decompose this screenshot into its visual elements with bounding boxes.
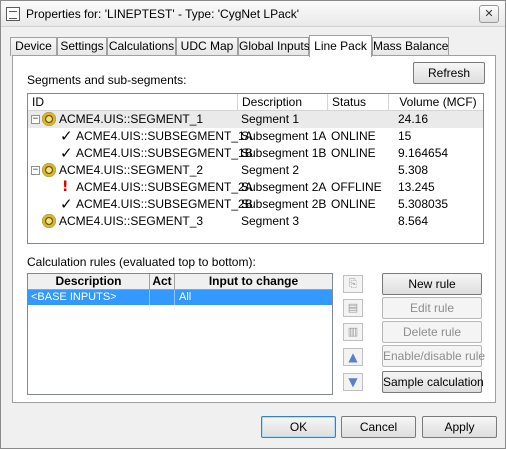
row-id: ACME4.UIS::SUBSEGMENT_2B [76,197,253,211]
tab-settings[interactable]: Settings [57,37,107,56]
ok-button[interactable]: OK [261,416,336,438]
window-title: Properties for: 'LINEPTEST' - Type: 'Cyg… [26,7,300,21]
sample-calculation-button[interactable]: Sample calculation [382,371,484,393]
tab-calculations[interactable]: Calculations [107,37,176,56]
collapse-toggle[interactable]: − [31,115,40,124]
cancel-button[interactable]: Cancel [341,416,416,438]
edit-rule-button[interactable]: Edit rule [382,297,482,319]
row-volume: 15 [398,129,412,143]
tab-global-inputs[interactable]: Global Inputs [238,37,310,56]
row-description: Segment 3 [241,214,300,228]
gear-icon [42,163,56,177]
rule-row[interactable]: <BASE INPUTS> All [28,290,332,305]
gear-icon [42,112,56,126]
delete-rule-button[interactable]: Delete rule [382,321,482,343]
row-description: Subsegment 2B [241,197,327,211]
segments-section-label: Segments and sub-segments: [27,73,187,87]
tree-row[interactable]: − ACME4.UIS::SEGMENT_1 Segment 1 24.16 [28,111,483,128]
row-description: Segment 2 [241,163,300,177]
error-icon: ! [62,179,69,195]
row-status: ONLINE [331,197,376,211]
copy-icon[interactable]: ⎘ [343,275,363,293]
column-header-volume[interactable]: Volume (MCF) [389,94,483,110]
row-volume: 5.308035 [398,197,449,211]
column-header-id[interactable]: ID [28,94,238,110]
column-header-act[interactable]: Act [150,274,175,289]
column-header-description[interactable]: Description [28,274,150,289]
row-description: Segment 1 [241,112,300,126]
rules-grid[interactable]: Description Act Input to change <BASE IN… [27,273,333,395]
rules-section-label: Calculation rules (evaluated top to bott… [27,255,256,269]
column-header-input-to-change[interactable]: Input to change [175,274,332,289]
row-volume: 24.16 [398,112,429,126]
apply-button[interactable]: Apply [422,416,497,438]
tree-row[interactable]: ✓ ACME4.UIS::SUBSEGMENT_1A Subsegment 1A… [28,128,483,145]
row-status: ONLINE [331,146,376,160]
check-icon: ✓ [60,127,73,145]
tab-line-pack[interactable]: Line Pack [309,35,372,57]
properties-dialog: Properties for: 'LINEPTEST' - Type: 'Cyg… [0,0,506,449]
rule-act [150,290,175,305]
segments-tree-grid[interactable]: ID Description Status Volume (MCF) − ACM… [27,93,484,244]
row-volume: 9.164654 [398,146,449,160]
tree-row[interactable]: − ACME4.UIS::SEGMENT_2 Segment 2 5.308 [28,162,483,179]
row-id: ACME4.UIS::SUBSEGMENT_1B [76,146,253,160]
column-header-description[interactable]: Description [238,94,328,110]
row-description: Subsegment 2A [241,180,327,194]
rules-grid-header: Description Act Input to change [28,274,332,290]
segments-grid-header: ID Description Status Volume (MCF) [28,94,483,111]
enable-disable-rule-button[interactable]: Enable/disable rule [382,345,485,367]
tree-row[interactable]: ACME4.UIS::SEGMENT_3 Segment 3 8.564 [28,213,483,230]
tab-udc-map[interactable]: UDC Map [176,37,238,56]
row-description: Subsegment 1A [241,129,327,143]
tree-row[interactable]: ✓ ACME4.UIS::SUBSEGMENT_1B Subsegment 1B… [28,145,483,162]
gear-icon [42,214,56,228]
move-down-icon[interactable]: ▼ [343,373,363,391]
collapse-toggle[interactable]: − [31,166,40,175]
window-icon [6,7,20,21]
row-volume: 13.245 [398,180,435,194]
check-icon: ✓ [60,195,73,213]
row-id: ACME4.UIS::SUBSEGMENT_1A [76,129,253,143]
new-rule-button[interactable]: New rule [382,273,482,295]
row-id: ACME4.UIS::SEGMENT_3 [59,214,204,228]
move-up-icon[interactable]: ▲ [343,348,363,366]
tree-row[interactable]: ✓ ACME4.UIS::SUBSEGMENT_2B Subsegment 2B… [28,196,483,213]
tab-mass-balance[interactable]: Mass Balance [372,37,449,56]
tree-row[interactable]: ! ACME4.UIS::SUBSEGMENT_2A Subsegment 2A… [28,179,483,196]
row-status: ONLINE [331,129,376,143]
row-volume: 5.308 [398,163,429,177]
rule-description: <BASE INPUTS> [28,290,150,305]
check-icon: ✓ [60,144,73,162]
row-id: ACME4.UIS::SUBSEGMENT_2A [76,180,253,194]
row-id: ACME4.UIS::SEGMENT_1 [59,112,204,126]
row-status: OFFLINE [331,180,382,194]
row-description: Subsegment 1B [241,146,327,160]
close-button[interactable]: ✕ [479,5,499,23]
refresh-button[interactable]: Refresh [413,62,485,84]
title-bar: Properties for: 'LINEPTEST' - Type: 'Cyg… [1,1,505,27]
rule-input: All [179,291,192,303]
row-volume: 8.564 [398,214,429,228]
paste-special-icon[interactable]: ▥ [343,323,363,341]
row-id: ACME4.UIS::SEGMENT_2 [59,163,204,177]
tab-device[interactable]: Device [10,37,57,56]
column-header-status[interactable]: Status [328,94,389,110]
paste-icon[interactable]: ▤ [343,299,363,317]
